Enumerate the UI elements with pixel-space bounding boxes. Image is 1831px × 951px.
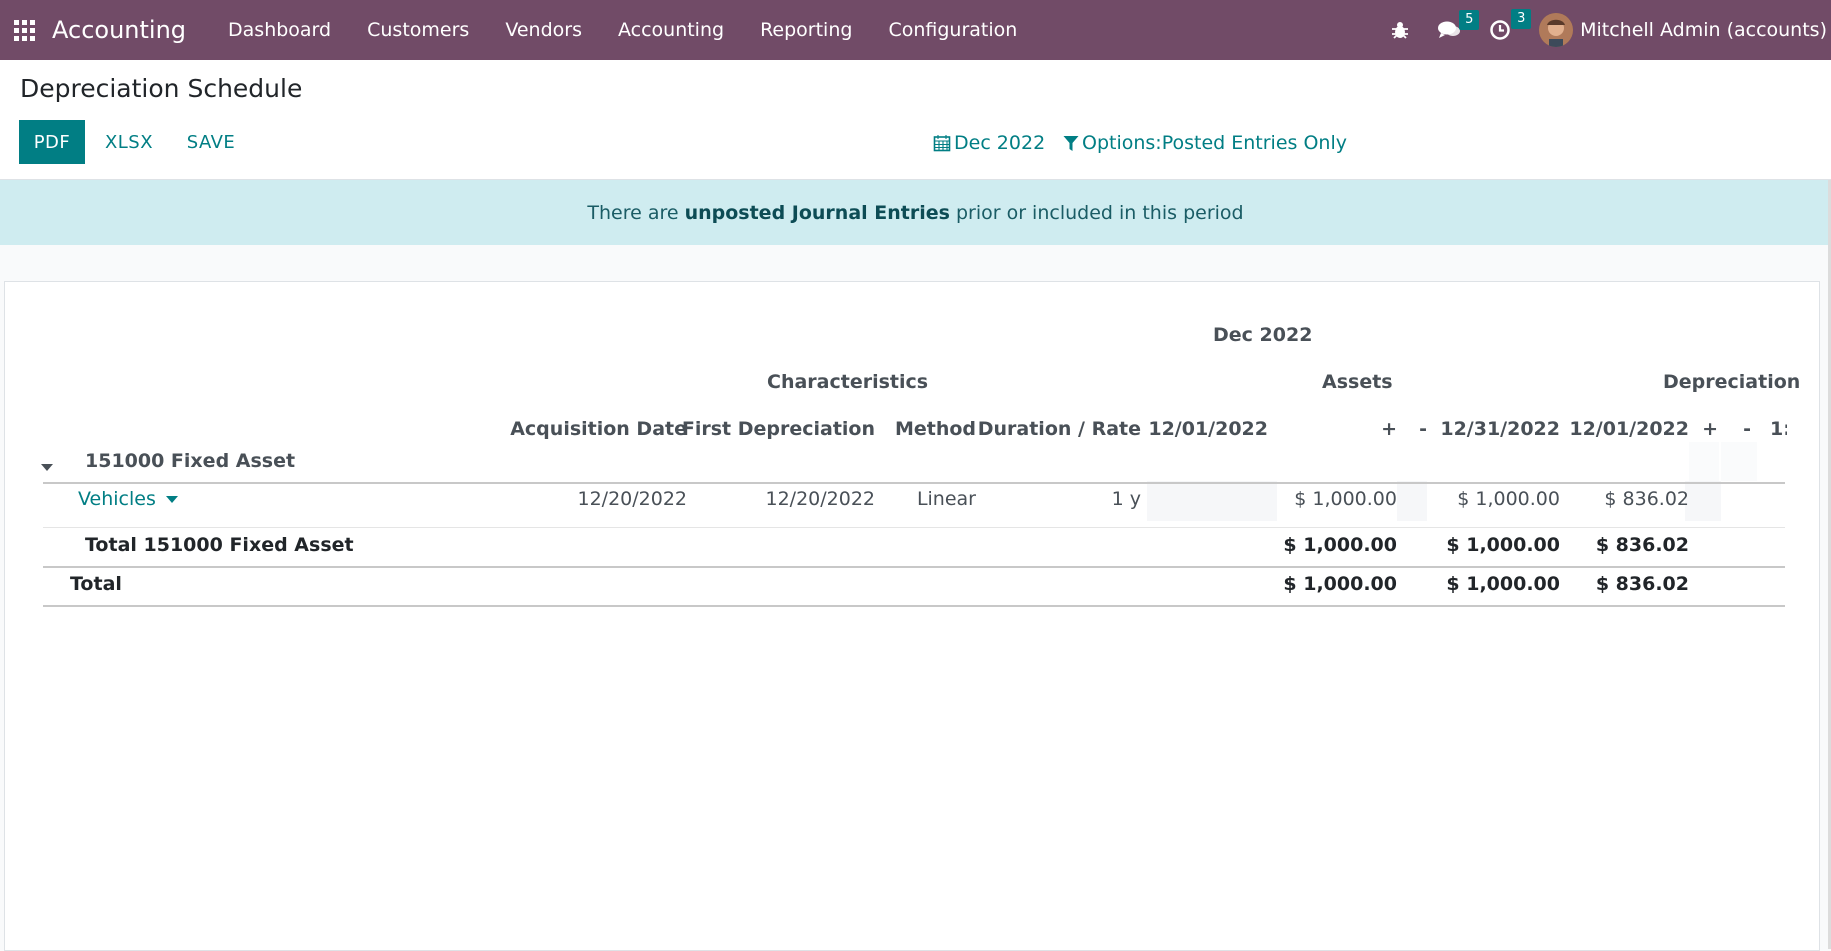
shade-cell: [1689, 442, 1719, 481]
user-menu[interactable]: Mitchell Admin (accounts): [1539, 13, 1827, 47]
shade-cell: [1721, 442, 1757, 481]
period-header: Dec 2022: [1213, 324, 1313, 346]
divider: [43, 482, 1785, 484]
subtotal-assets-plus: $ 1,000.00: [1283, 534, 1397, 556]
shade-cell: [1685, 481, 1721, 521]
alert-prefix: There are: [587, 201, 679, 224]
asset-vehicles-link[interactable]: Vehicles: [78, 488, 178, 510]
expand-caret-icon[interactable]: [41, 456, 53, 478]
subtotal-assets-close: $ 1,000.00: [1446, 534, 1560, 556]
shade-cell: [1147, 481, 1277, 521]
bug-icon[interactable]: [1391, 20, 1409, 40]
date-filter-label: Dec 2022: [954, 132, 1046, 154]
report-sheet: Dec 2022 Characteristics Assets Deprecia…: [4, 281, 1820, 951]
menu-customers[interactable]: Customers: [349, 19, 487, 41]
main-menu: Dashboard Customers Vendors Accounting R…: [210, 19, 1035, 41]
col-first-depreciation: First Depreciation: [681, 418, 875, 440]
group-assets: Assets: [1322, 371, 1393, 393]
asset-name: Vehicles: [78, 488, 156, 510]
acquisition-date: 12/20/2022: [577, 488, 687, 510]
unposted-alert: There are unposted Journal Entries prior…: [0, 180, 1831, 245]
top-navbar: Accounting Dashboard Customers Vendors A…: [0, 0, 1831, 60]
group-depreciation: Depreciation: [1663, 371, 1801, 393]
control-panel: Depreciation Schedule PDF XLSX SAVE: [0, 60, 1831, 180]
total-assets-close: $ 1,000.00: [1446, 573, 1560, 595]
col-method: Method: [894, 418, 976, 440]
col-depr-plus: +: [1702, 418, 1718, 440]
col-duration-rate: Duration / Rate: [977, 418, 1141, 440]
chat-icon[interactable]: 5: [1437, 10, 1480, 40]
col-assets-plus: +: [1381, 418, 1397, 440]
page-title: Depreciation Schedule: [20, 74, 303, 103]
account-line[interactable]: 151000 Fixed Asset: [85, 450, 295, 472]
date-filter[interactable]: Dec 2022: [933, 132, 1045, 154]
total-assets-plus: $ 1,000.00: [1283, 573, 1397, 595]
options-filter-label: Options:Posted Entries Only: [1082, 132, 1347, 154]
first-depreciation: 12/20/2022: [765, 488, 875, 510]
subtotal-label: Total 151000 Fixed Asset: [85, 534, 354, 556]
app-brand[interactable]: Accounting: [52, 16, 186, 44]
chevron-down-icon: [165, 496, 178, 503]
col-depr-close: 1:: [1770, 418, 1787, 440]
total-depr-open: $ 836.02: [1595, 573, 1689, 595]
menu-reporting[interactable]: Reporting: [742, 19, 870, 41]
calendar-icon: [933, 135, 951, 152]
menu-vendors[interactable]: Vendors: [487, 19, 600, 41]
assets-plus-value: $ 1,000.00: [1294, 488, 1397, 510]
total-label: Total: [70, 573, 122, 595]
col-assets-minus: -: [1419, 418, 1427, 440]
divider: [43, 566, 1785, 568]
col-depr-minus: -: [1743, 418, 1751, 440]
messages-badge: 5: [1459, 10, 1480, 30]
col-assets-close: 12/31/2022: [1440, 418, 1560, 440]
options-filter[interactable]: Options:Posted Entries Only: [1063, 132, 1347, 154]
save-button[interactable]: SAVE: [176, 120, 246, 164]
assets-close-value: $ 1,000.00: [1457, 488, 1560, 510]
divider: [43, 605, 1785, 607]
pdf-button[interactable]: PDF: [19, 120, 85, 164]
group-characteristics: Characteristics: [767, 371, 929, 393]
shade-cell: [1397, 481, 1427, 521]
clock-icon[interactable]: 3: [1489, 9, 1532, 41]
unposted-entries-link[interactable]: unposted Journal Entries: [685, 202, 950, 224]
xlsx-button[interactable]: XLSX: [94, 120, 164, 164]
menu-configuration[interactable]: Configuration: [870, 19, 1035, 41]
user-name: Mitchell Admin (accounts): [1580, 19, 1827, 41]
divider: [43, 527, 1785, 528]
col-assets-open: 12/01/2022: [1148, 418, 1268, 440]
avatar: [1539, 13, 1574, 47]
systray: 5 3 Mitchell Admin (accounts): [1391, 0, 1831, 60]
subtotal-depr-open: $ 836.02: [1595, 534, 1689, 556]
menu-dashboard[interactable]: Dashboard: [210, 19, 349, 41]
depr-open-value: $ 836.02: [1604, 488, 1689, 510]
col-depr-open: 12/01/2022: [1569, 418, 1689, 440]
apps-grid-icon[interactable]: [12, 18, 36, 42]
alert-suffix: prior or included in this period: [955, 201, 1244, 224]
col-acquisition-date: Acquisition Date: [510, 418, 687, 440]
funnel-icon: [1063, 135, 1079, 151]
activities-badge: 3: [1511, 9, 1532, 29]
duration: 1 y: [1111, 488, 1141, 510]
menu-accounting[interactable]: Accounting: [600, 19, 742, 41]
method: Linear: [916, 488, 976, 510]
